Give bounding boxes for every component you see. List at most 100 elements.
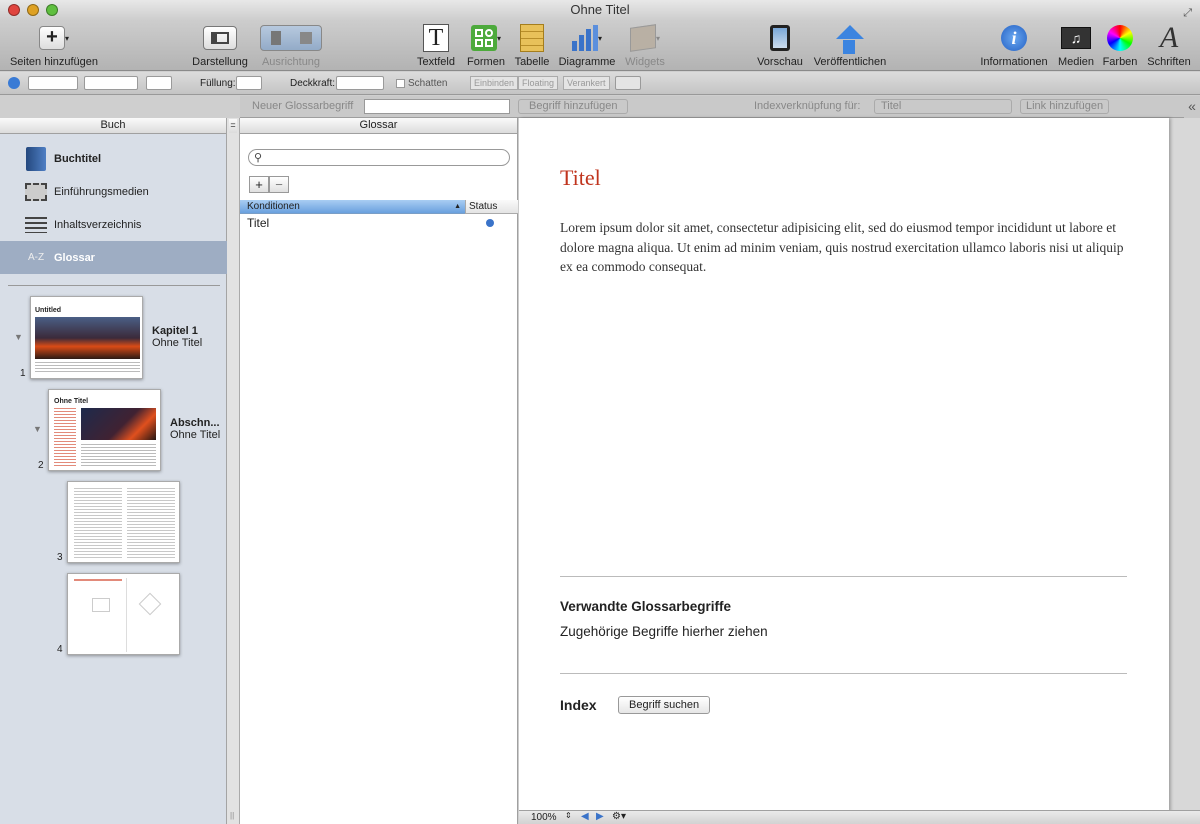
- index-link-select[interactable]: Titel: [874, 99, 1012, 114]
- add-term-button[interactable]: Begriff hinzufügen: [518, 99, 629, 114]
- view-icon: [203, 26, 237, 50]
- document-title[interactable]: Titel: [560, 165, 601, 191]
- related-terms-heading: Verwandte Glossarbegriffe: [560, 599, 732, 614]
- sidebar-item-intro-media[interactable]: Einführungsmedien: [0, 175, 227, 208]
- sort-ascending-icon: ▲: [454, 203, 461, 210]
- film-icon: [24, 180, 48, 204]
- glossary-header: Glossar: [240, 118, 517, 134]
- minimize-window-button[interactable]: [27, 4, 39, 16]
- divider: [560, 576, 1127, 577]
- media-button[interactable]: ♫ Medien: [1056, 22, 1096, 68]
- add-link-button[interactable]: Link hinzufügen: [1020, 99, 1110, 114]
- divider: [560, 673, 1127, 674]
- previous-page-icon[interactable]: ◀: [581, 811, 589, 822]
- anchored-button[interactable]: Verankert: [563, 76, 610, 90]
- collapse-panel-icon[interactable]: «: [1184, 96, 1200, 118]
- document-page[interactable]: Titel Lorem ipsum dolor sit amet, consec…: [519, 118, 1169, 812]
- remove-term-minus-button[interactable]: −: [269, 176, 289, 193]
- colors-button[interactable]: Farben: [1102, 22, 1138, 68]
- document-body[interactable]: Lorem ipsum dolor sit amet, consectetur …: [560, 218, 1130, 277]
- arrange-icon: [260, 25, 322, 51]
- splitter-handle-icon[interactable]: =: [229, 119, 237, 133]
- window-title: Ohne Titel: [570, 2, 630, 17]
- view-button[interactable]: Darstellung: [190, 22, 250, 68]
- publish-arrow-icon: [836, 25, 864, 39]
- floating-button[interactable]: Floating: [518, 76, 559, 90]
- resize-grip-icon[interactable]: ||: [230, 811, 234, 820]
- shapes-button[interactable]: ▾ Formen: [466, 22, 506, 68]
- related-terms-dropzone[interactable]: Zugehörige Begriffe hierher ziehen: [560, 624, 768, 639]
- inspector-button[interactable]: i Informationen: [978, 22, 1050, 68]
- audio-icon[interactable]: [8, 77, 20, 89]
- add-pages-button[interactable]: + ▾ Seiten hinzufügen: [8, 22, 100, 68]
- style-select[interactable]: [28, 76, 78, 90]
- publish-button[interactable]: Veröffentlichen: [810, 22, 890, 68]
- glossary-search-input[interactable]: ⚲: [248, 149, 510, 166]
- glossary-icon: A-Z: [27, 252, 45, 263]
- gear-icon[interactable]: ⚙▾: [612, 811, 626, 822]
- ipad-icon: [770, 25, 790, 51]
- panel-splitter[interactable]: = ||: [227, 118, 240, 824]
- document-canvas: Titel Lorem ipsum dolor sit amet, consec…: [519, 118, 1200, 812]
- zoom-stepper-icon[interactable]: ⇕: [565, 811, 572, 820]
- sidebar-item-glossary[interactable]: A-Z Glossar: [0, 241, 227, 274]
- next-page-icon[interactable]: ▶: [596, 811, 604, 822]
- add-icon: +: [38, 26, 65, 50]
- color-wheel-icon: [1107, 25, 1133, 51]
- widgets-button[interactable]: ▾ Widgets: [624, 22, 666, 68]
- table-row[interactable]: Titel: [240, 215, 518, 231]
- sidebar-divider: [8, 285, 220, 286]
- index-heading: Index: [560, 697, 597, 713]
- page-thumbnail-1[interactable]: Untitled: [30, 296, 143, 379]
- inline-button[interactable]: Einbinden: [470, 76, 519, 90]
- info-icon: i: [1001, 25, 1027, 51]
- fill-swatch[interactable]: [236, 76, 262, 90]
- disclosure-triangle-icon[interactable]: ▼: [33, 424, 42, 434]
- search-icon: ⚲: [254, 152, 263, 164]
- page-thumbnail-4[interactable]: [67, 573, 180, 655]
- shapes-icon: [470, 25, 497, 51]
- chart-icon: [571, 25, 598, 51]
- charts-button[interactable]: ▾ Diagramme: [558, 22, 616, 68]
- column-header-terms[interactable]: Konditionen ▲: [240, 200, 465, 214]
- status-dot-icon: [486, 219, 494, 227]
- page-thumbnail-3[interactable]: [67, 481, 180, 563]
- lava-image: [81, 408, 156, 440]
- close-window-button[interactable]: [8, 4, 20, 16]
- font-select[interactable]: [84, 76, 138, 90]
- sidebar-item-toc[interactable]: Inhaltsverzeichnis: [0, 208, 227, 241]
- size-field[interactable]: [146, 76, 172, 90]
- sidebar-item-book-title[interactable]: Buchtitel: [0, 142, 227, 175]
- column-header-status[interactable]: Status: [465, 200, 518, 214]
- list-icon: [24, 213, 48, 237]
- new-term-input[interactable]: [364, 99, 510, 114]
- shadow-checkbox[interactable]: [396, 79, 405, 88]
- media-icon: ♫: [1061, 27, 1091, 49]
- find-term-button[interactable]: Begriff suchen: [618, 696, 711, 714]
- textbox-icon: T: [423, 24, 449, 52]
- glossary-bar: Neuer Glossarbegriff Begriff hinzufügen …: [240, 96, 1200, 118]
- wrap-select[interactable]: [615, 76, 641, 90]
- volcano-image: [35, 317, 140, 359]
- page-thumbnail-2[interactable]: Ohne Titel: [48, 389, 161, 471]
- zoom-select[interactable]: 100%: [531, 812, 557, 823]
- table-button[interactable]: Tabelle: [513, 22, 551, 68]
- preview-button[interactable]: Vorschau: [756, 22, 804, 68]
- fill-label: Füllung:: [200, 78, 236, 89]
- table-icon: [520, 24, 544, 52]
- disclosure-triangle-icon[interactable]: ▼: [14, 332, 23, 342]
- textbox-button[interactable]: T Textfeld: [414, 22, 458, 68]
- glossary-panel: Glossar ⚲ + − Konditionen ▲ Status Titel: [240, 118, 518, 824]
- widgets-icon: [629, 24, 656, 52]
- opacity-select[interactable]: [336, 76, 384, 90]
- window-controls: [8, 4, 58, 16]
- status-bar: 100% ⇕ ◀ ▶ ⚙▾: [519, 810, 1200, 824]
- fonts-button[interactable]: A Schriften: [1145, 21, 1193, 68]
- add-term-plus-button[interactable]: +: [249, 176, 269, 193]
- arrange-button[interactable]: Ausrichtung: [258, 22, 324, 68]
- shadow-label: Schatten: [408, 78, 448, 89]
- toolbar: + ▾ Seiten hinzufügen Darstellung Ausrich…: [0, 20, 1200, 71]
- chapter-label[interactable]: Kapitel 1 Ohne Titel: [152, 325, 202, 349]
- section-label[interactable]: Abschn... Ohne Titel: [170, 417, 220, 441]
- zoom-window-button[interactable]: [46, 4, 58, 16]
